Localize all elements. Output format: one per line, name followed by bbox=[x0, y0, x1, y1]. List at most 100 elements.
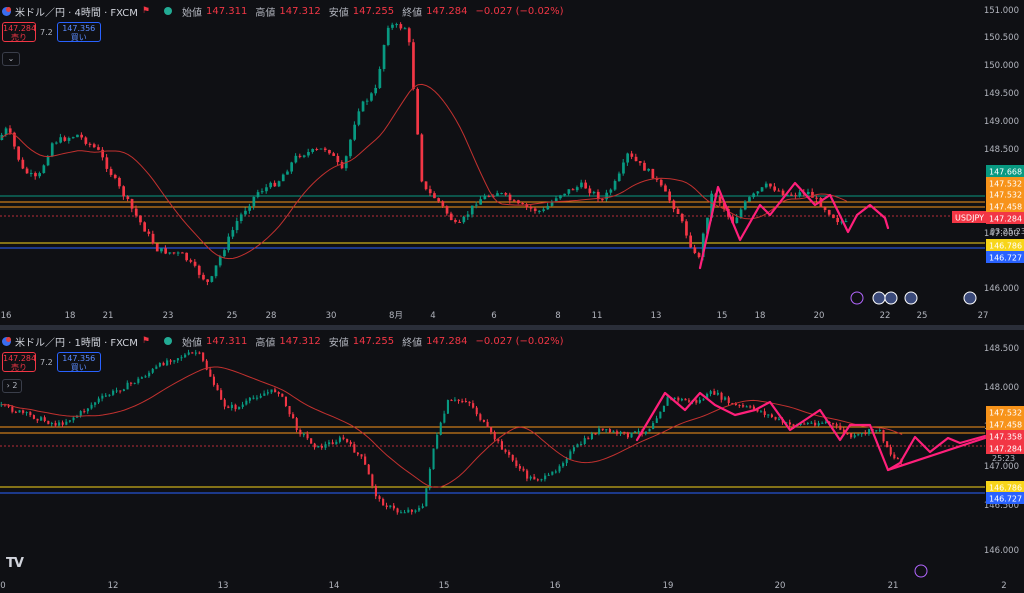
candle-body bbox=[616, 431, 619, 434]
flag-marker-icon[interactable]: ⚑ bbox=[142, 336, 150, 346]
buy-button[interactable]: 147.356 買い bbox=[56, 352, 101, 372]
candle-body bbox=[433, 193, 436, 199]
candle-body bbox=[277, 392, 280, 394]
candle-body bbox=[713, 391, 716, 395]
candle-body bbox=[428, 469, 431, 489]
candle-body bbox=[504, 193, 508, 195]
candle-body bbox=[760, 187, 764, 192]
time-axis-label: 6 bbox=[491, 311, 496, 321]
candle-body bbox=[118, 177, 121, 187]
candle-body bbox=[745, 406, 748, 408]
candle-body bbox=[353, 124, 356, 140]
candle-body bbox=[517, 200, 520, 204]
candle-body bbox=[244, 210, 247, 215]
candle-body bbox=[349, 139, 352, 157]
candle-body bbox=[412, 42, 415, 89]
high-label: 高値 bbox=[255, 7, 276, 19]
candle-body bbox=[130, 199, 134, 209]
chart-panel-1h[interactable]: 148.500148.000147.500147.000146.500146.0… bbox=[0, 330, 1024, 593]
candle-body bbox=[777, 190, 781, 192]
price-tag: 147.458 bbox=[989, 203, 1022, 212]
candle-body bbox=[320, 445, 323, 448]
candle-body bbox=[483, 195, 487, 200]
chart-canvas-4h[interactable]: 151.000 150.500 150.000 149.500 149.000 148.5… bbox=[0, 0, 1024, 325]
candle-body bbox=[540, 479, 543, 481]
high-label: 高値 bbox=[255, 337, 276, 349]
candle-body bbox=[34, 173, 37, 177]
candle-body bbox=[461, 400, 464, 402]
candle-body bbox=[511, 454, 514, 461]
candle-body bbox=[693, 247, 697, 254]
chart-panel-4h[interactable]: 151.000 150.500 150.000 149.500 149.000 148.5… bbox=[0, 0, 1024, 325]
candle-body bbox=[836, 217, 839, 223]
candle-body bbox=[655, 418, 658, 424]
price-tag: 147.668 bbox=[989, 168, 1022, 177]
collapse-button[interactable]: › 2 bbox=[2, 379, 22, 393]
candle-body bbox=[172, 252, 176, 254]
candle-body bbox=[896, 458, 899, 460]
open-value: 147.311 bbox=[206, 335, 248, 347]
candle-body bbox=[454, 399, 457, 401]
candle-body bbox=[137, 378, 140, 383]
candle-body bbox=[738, 404, 741, 406]
time-axis-label: 13 bbox=[218, 581, 229, 591]
time-axis-label: 27 bbox=[978, 311, 989, 321]
candle-body bbox=[697, 253, 701, 258]
candle-body bbox=[83, 411, 86, 413]
candle-body bbox=[414, 510, 417, 512]
price-axis-label: 149.500 bbox=[984, 89, 1019, 99]
candle-body bbox=[108, 394, 111, 396]
candle-body bbox=[580, 182, 583, 188]
candle-body bbox=[378, 68, 382, 88]
flag-marker-icon[interactable]: ⚑ bbox=[142, 6, 150, 16]
drawn-trend-line bbox=[886, 436, 987, 472]
candle-body bbox=[212, 376, 215, 385]
sell-button[interactable]: 147.284 売り bbox=[2, 22, 36, 42]
candle-body bbox=[294, 155, 298, 163]
candle-body bbox=[364, 456, 367, 465]
candle-body bbox=[164, 248, 167, 254]
collapse-count: 2 bbox=[12, 381, 18, 390]
time-axis-label: 14 bbox=[329, 581, 340, 591]
price-axis-label: 146.000 bbox=[984, 284, 1019, 294]
candle-body bbox=[218, 256, 222, 266]
candle-body bbox=[360, 454, 363, 457]
tradingview-logo[interactable]: TV bbox=[6, 556, 24, 571]
candle-body bbox=[214, 265, 218, 277]
time-axis-label: 8月 bbox=[389, 311, 403, 321]
candle-body bbox=[265, 187, 268, 192]
candle-body bbox=[143, 222, 146, 232]
candle-body bbox=[105, 157, 109, 169]
candle-body bbox=[395, 24, 398, 26]
buy-button[interactable]: 147.356 買い bbox=[56, 22, 101, 42]
chevron-down-icon[interactable]: ⌄ bbox=[2, 52, 20, 66]
candle-body bbox=[139, 215, 142, 223]
time-axis-label: 30 bbox=[326, 311, 337, 321]
candle-body bbox=[281, 174, 285, 182]
candle-body bbox=[166, 360, 169, 366]
price-axis-label: 150.500 bbox=[984, 33, 1019, 43]
candle-body bbox=[526, 470, 529, 479]
price-axis-label: 146.000 bbox=[984, 546, 1019, 556]
candle-body bbox=[328, 150, 331, 154]
candle-body bbox=[798, 192, 802, 196]
candle-body bbox=[827, 209, 831, 215]
symbol-title[interactable]: 米ドル／円 · 4時間 · FXCM bbox=[15, 4, 138, 19]
candle-body bbox=[811, 191, 814, 198]
trade-buttons-4h: 147.284 売り 7.2 147.356 買い bbox=[2, 22, 101, 42]
symbol-title[interactable]: 米ドル／円 · 1時間 · FXCM bbox=[15, 334, 138, 349]
sell-button[interactable]: 147.284 売り bbox=[2, 352, 36, 372]
candle-body bbox=[536, 479, 539, 481]
candle-body bbox=[392, 505, 395, 509]
candle-body bbox=[576, 444, 579, 448]
candle-body bbox=[67, 138, 71, 141]
chart-canvas-1h[interactable]: 148.500148.000147.500147.000146.500146.0… bbox=[0, 330, 1024, 593]
candle-body bbox=[80, 134, 83, 138]
candle-body bbox=[151, 368, 154, 373]
time-axis-label: 18 bbox=[65, 311, 76, 321]
candle-body bbox=[630, 153, 634, 157]
candle-body bbox=[512, 200, 516, 202]
candle-body bbox=[298, 155, 302, 157]
trade-buttons-1h: 147.284 売り 7.2 147.356 買い bbox=[2, 352, 101, 372]
candle-body bbox=[680, 398, 683, 401]
